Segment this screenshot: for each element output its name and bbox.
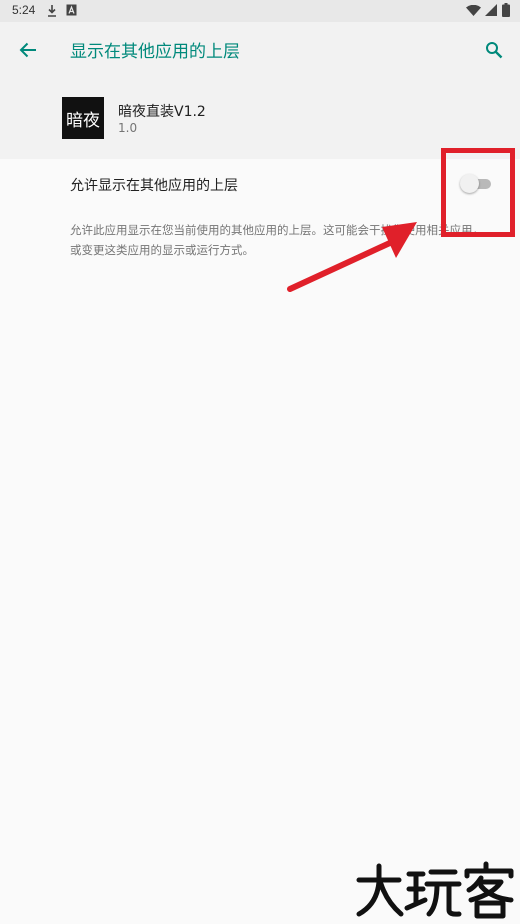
search-button[interactable] <box>474 30 514 70</box>
app-icon-text: 暗夜 <box>66 110 100 131</box>
setting-label: 允许显示在其他应用的上层 <box>70 178 238 194</box>
annotation-highlight-box <box>441 148 515 237</box>
signal-icon <box>485 4 497 16</box>
watermark-logo <box>356 861 514 919</box>
download-icon <box>48 5 56 17</box>
arrow-left-icon <box>19 42 36 58</box>
app-icon: 暗夜 <box>62 97 104 139</box>
a-badge-icon <box>66 4 77 16</box>
app-header: 暗夜 暗夜直装V1.2 1.0 <box>0 78 520 159</box>
wifi-icon <box>466 5 481 16</box>
status-time: 5:24 <box>12 3 36 17</box>
back-button[interactable] <box>8 30 48 70</box>
app-version: 1.0 <box>118 121 138 135</box>
page-title: 显示在其他应用的上层 <box>70 42 240 62</box>
status-bar: 5:24 <box>0 0 520 22</box>
battery-icon <box>502 3 510 17</box>
app-name: 暗夜直装V1.2 <box>118 104 206 120</box>
app-bar: 显示在其他应用的上层 <box>0 22 520 78</box>
search-icon <box>486 42 503 59</box>
annotation-arrow-icon <box>287 222 417 292</box>
